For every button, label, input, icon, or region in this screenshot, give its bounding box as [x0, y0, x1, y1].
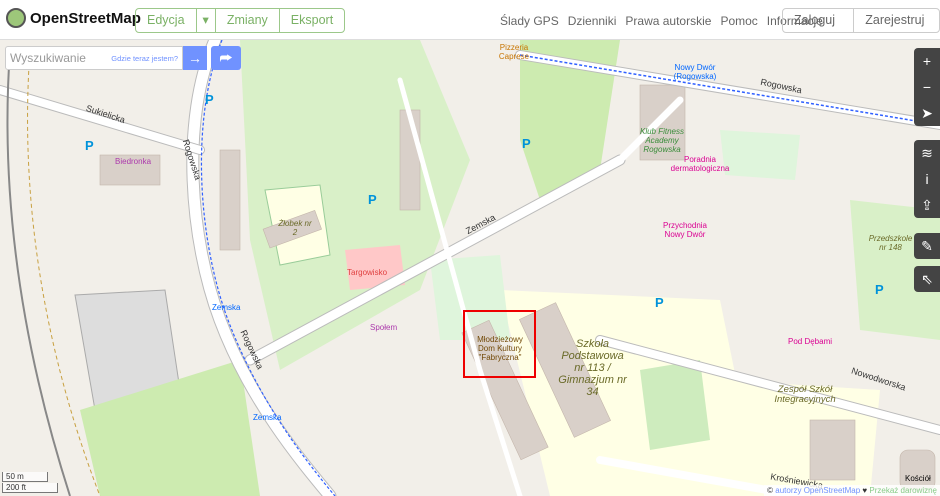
heart-icon: ♥	[862, 486, 868, 495]
brand-name: OpenStreetMap	[30, 9, 141, 27]
map-tiles	[0, 40, 940, 496]
changes-button[interactable]: Zmiany	[214, 9, 279, 32]
attribution: © autorzy OpenStreetMap ♥ Przekaż darowi…	[764, 485, 940, 496]
scale-imperial: 200 ft	[2, 483, 58, 493]
add-note-button[interactable]: ✎	[914, 233, 940, 259]
edit-dropdown-icon[interactable]: ▾	[195, 9, 215, 32]
donate-link[interactable]: Przekaż darowiznę	[869, 486, 937, 495]
layers-button[interactable]: ≋	[914, 140, 940, 166]
nav-gps-traces[interactable]: Ślady GPS	[500, 14, 559, 28]
search-placeholder: Wyszukiwanie	[10, 51, 86, 65]
map-label: Przychodnia Nowy Dwór	[662, 221, 708, 239]
map-label: Biedronka	[115, 157, 152, 166]
map-label: Szkoła Podstawowa nr 113 / Gimnazjum nr …	[558, 338, 627, 399]
highlight-box	[463, 310, 536, 378]
zoom-out-button[interactable]: −	[914, 74, 940, 100]
export-button[interactable]: Eksport	[278, 9, 344, 32]
secondary-nav: Ślady GPS Dzienniki Prawa autorskie Pomo…	[500, 14, 823, 28]
nav-help[interactable]: Pomoc	[720, 14, 757, 28]
map-label: Zespół Szkół Integracyjnych	[774, 384, 836, 406]
nav-copyright[interactable]: Prawa autorskie	[625, 14, 711, 28]
directions-button[interactable]: ⮫	[211, 46, 241, 70]
share-button[interactable]: ⇪	[914, 192, 940, 218]
where-am-i-link[interactable]: Gdzie teraz jestem?	[111, 54, 178, 63]
zoom-controls: + − ➤	[914, 48, 940, 126]
scale-metric: 50 m	[2, 472, 48, 482]
auth-group: Zaloguj się Zarejestruj się	[782, 8, 940, 33]
parking-icon: P	[522, 136, 531, 151]
map-label: Poradnia dermatologiczna	[670, 155, 730, 173]
search-bar: Wyszukiwanie Gdzie teraz jestem? → ⮫	[5, 46, 241, 70]
search-submit-button[interactable]: →	[183, 46, 207, 70]
edit-button[interactable]: Edycja	[136, 9, 196, 32]
parking-icon: P	[875, 282, 884, 297]
map-label: Zemska	[212, 303, 241, 312]
map-label: Żłobek nr 2	[278, 219, 312, 237]
header: OpenStreetMap Edycja ▾ Zmiany Eksport Śl…	[0, 0, 940, 40]
map-label: Społem	[370, 323, 398, 332]
map-label: Nowy Dwór (Rogowska)	[673, 63, 717, 81]
copyright-link[interactable]: autorzy OpenStreetMap	[775, 486, 860, 495]
edit-group: Edycja ▾ Zmiany Eksport	[135, 8, 346, 33]
osm-logo-icon	[6, 8, 26, 28]
map-label: Klub Fitness Academy Rogowska	[639, 127, 685, 154]
map-tools: ≋ i ⇪	[914, 140, 940, 218]
query-features-button[interactable]: ⇖	[914, 266, 940, 292]
map-label: Pod Dębami	[788, 337, 833, 346]
signup-button[interactable]: Zarejestruj się	[853, 9, 939, 32]
map-label: Targowisko	[347, 268, 388, 277]
scale-bar: 50 m 200 ft	[2, 471, 58, 493]
map-label: Przedszkole nr 148	[868, 234, 913, 252]
parking-icon: P	[368, 192, 377, 207]
info-button[interactable]: i	[914, 166, 940, 192]
locate-button[interactable]: ➤	[914, 100, 940, 126]
nav-diaries[interactable]: Dzienniki	[568, 14, 617, 28]
map-label: Pizzeria Caprese	[498, 43, 530, 61]
parking-icon: P	[85, 138, 94, 153]
map[interactable]: Rogowska Rogowska Rogowska Sukielicka Ze…	[0, 40, 940, 496]
map-label: Kościół	[905, 474, 931, 483]
parking-icon: P	[655, 295, 664, 310]
zoom-in-button[interactable]: +	[914, 48, 940, 74]
map-label: Zemska	[253, 413, 282, 422]
search-input[interactable]: Wyszukiwanie Gdzie teraz jestem?	[5, 46, 183, 70]
parking-icon: P	[205, 92, 214, 107]
copyright-symbol: ©	[767, 486, 774, 495]
brand-logo[interactable]: OpenStreetMap	[6, 8, 141, 28]
login-button[interactable]: Zaloguj się	[783, 9, 853, 32]
